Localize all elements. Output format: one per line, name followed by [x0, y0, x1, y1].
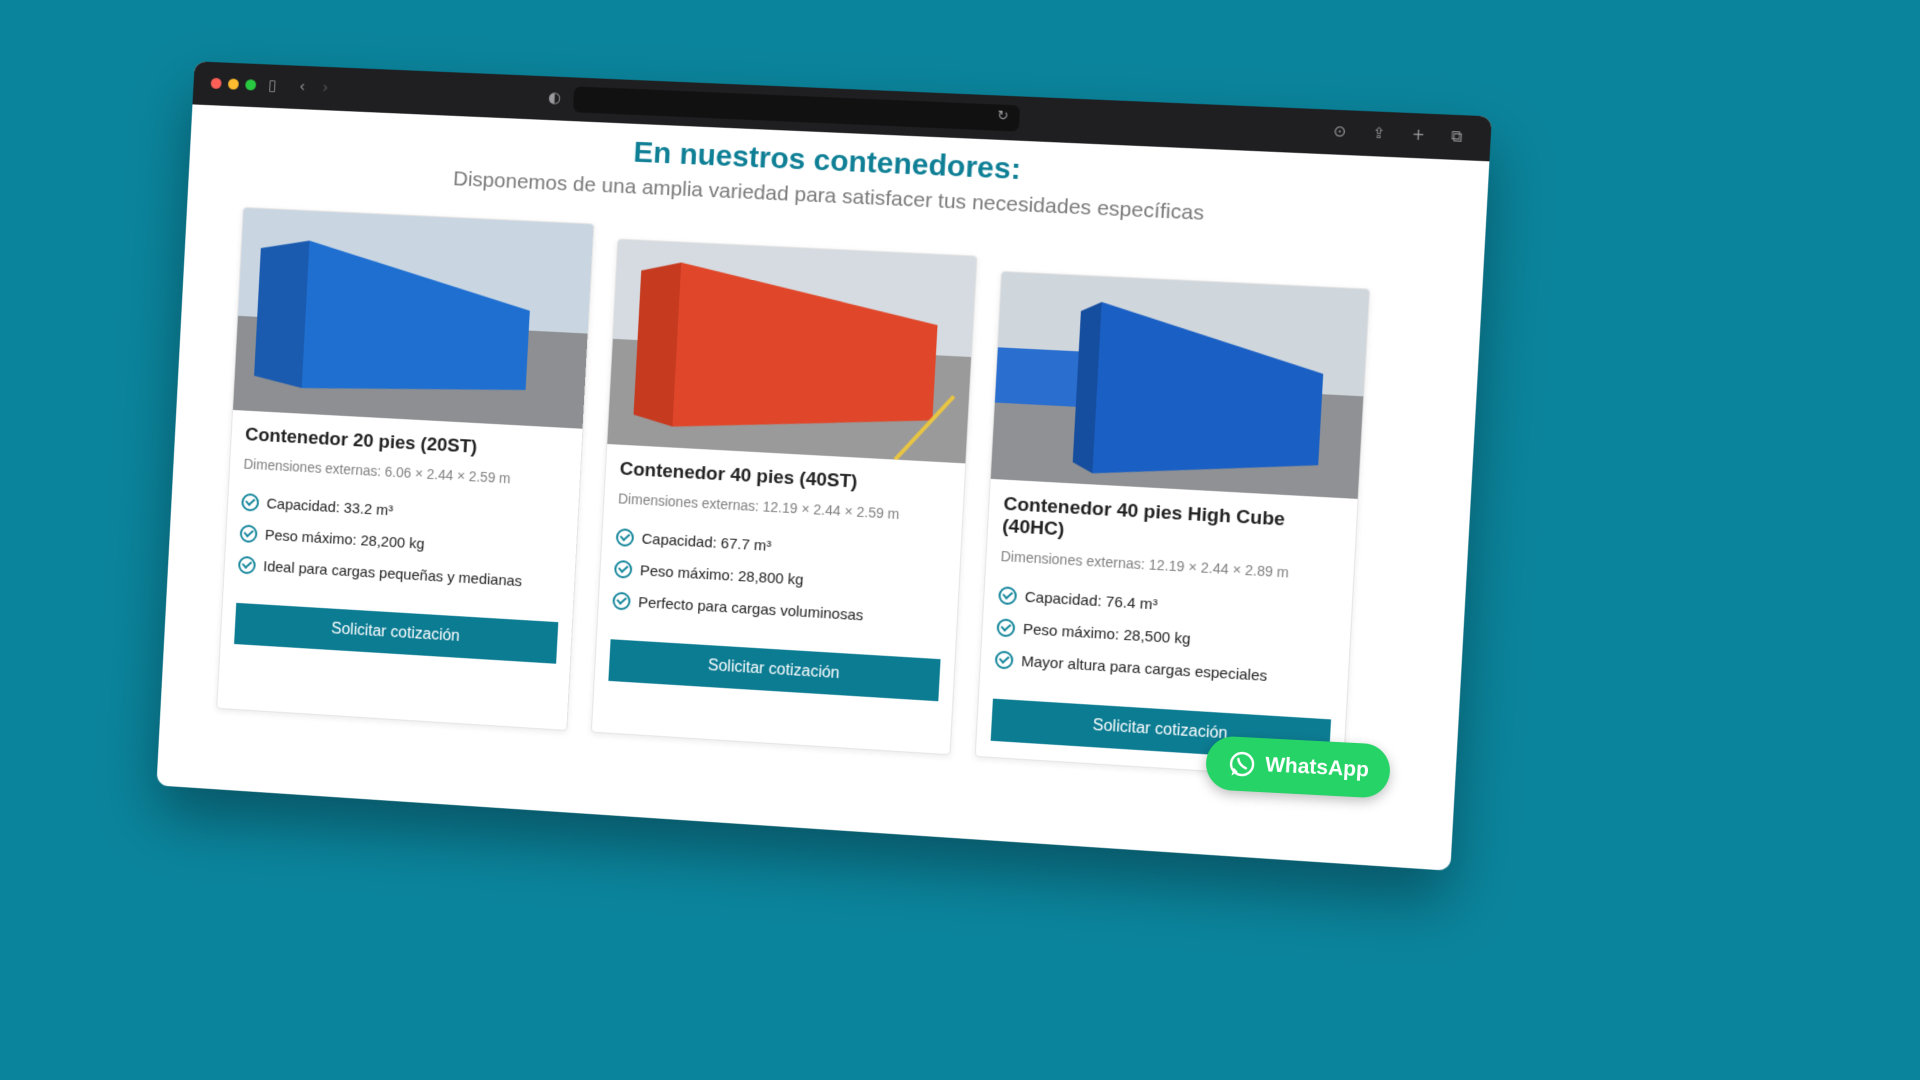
- card-title: Contenedor 40 pies High Cube (40HC): [1001, 493, 1286, 541]
- card-body: Contenedor 40 pies High Cube (40HC) Dime…: [976, 479, 1358, 779]
- container-photo: [607, 239, 977, 464]
- check-circle-icon: [998, 586, 1018, 606]
- feature-text: Peso máximo: 28,200 kg: [264, 526, 425, 553]
- feature-item: Perfecto para cargas voluminosas: [612, 591, 943, 629]
- container-photo-svg: [232, 207, 594, 429]
- feature-item: Peso máximo: 28,200 kg: [239, 524, 562, 560]
- forward-icon[interactable]: ›: [322, 78, 329, 98]
- container-photo: [990, 271, 1370, 499]
- download-icon[interactable]: ⊙: [1333, 121, 1347, 142]
- feature-text: Ideal para cargas pequeñas y medianas: [262, 557, 523, 590]
- feature-text: Capacidad: 76.4 m³: [1024, 588, 1159, 614]
- page-content: En nuestros contenedores: Disponemos de …: [161, 104, 1490, 787]
- container-photo-svg: [607, 239, 977, 464]
- tabs-overview-icon[interactable]: ⧉: [1451, 126, 1463, 147]
- feature-item: Capacidad: 33.2 m³: [241, 493, 564, 529]
- check-circle-icon: [613, 559, 633, 579]
- zoom-window-button[interactable]: [245, 79, 257, 91]
- product-card: Contenedor 40 pies (40ST) Dimensiones ex…: [590, 238, 978, 756]
- back-icon[interactable]: ‹: [299, 77, 306, 97]
- check-circle-icon: [239, 524, 258, 544]
- product-card: Contenedor 20 pies (20ST) Dimensiones ex…: [216, 206, 595, 732]
- request-quote-button[interactable]: Solicitar cotización: [608, 639, 941, 702]
- feature-text: Capacidad: 33.2 m³: [266, 494, 394, 519]
- feature-text: Capacidad: 67.7 m³: [641, 530, 772, 555]
- shield-icon[interactable]: ◐: [548, 87, 562, 107]
- container-photo-svg: [990, 271, 1370, 499]
- feature-text: Peso máximo: 28,500 kg: [1022, 620, 1192, 648]
- feature-item: Capacidad: 76.4 m³: [998, 586, 1337, 624]
- container-photo: [232, 207, 594, 429]
- card-body: Contenedor 20 pies (20ST) Dimensiones ex…: [220, 410, 583, 680]
- request-quote-button[interactable]: Solicitar cotización: [234, 602, 559, 664]
- close-window-button[interactable]: [210, 77, 222, 89]
- check-circle-icon: [237, 555, 257, 575]
- check-circle-icon: [241, 493, 260, 512]
- product-card: Contenedor 40 pies High Cube (40HC) Dime…: [974, 270, 1371, 781]
- feature-item: Ideal para cargas pequeñas y medianas: [237, 555, 561, 593]
- traffic-lights: [210, 77, 257, 91]
- card-body: Contenedor 40 pies (40ST) Dimensiones ex…: [594, 444, 966, 718]
- feature-item: Mayor altura para cargas especiales: [994, 650, 1334, 689]
- check-circle-icon: [612, 591, 631, 611]
- share-icon[interactable]: ⇪: [1372, 123, 1386, 144]
- check-circle-icon: [996, 618, 1016, 638]
- check-circle-icon: [994, 650, 1014, 670]
- container-cards: Contenedor 20 pies (20ST) Dimensiones ex…: [199, 206, 1442, 785]
- reload-icon[interactable]: ↻: [997, 107, 1009, 128]
- stage: ▯ ‹ › ◐ ↻ ⊙ ⇪ + ⧉ En nuestros contenedor…: [0, 0, 1568, 882]
- check-circle-icon: [615, 528, 635, 547]
- whatsapp-icon: [1229, 751, 1255, 777]
- whatsapp-button[interactable]: WhatsApp: [1204, 735, 1392, 799]
- feature-item: Capacidad: 67.7 m³: [615, 528, 947, 565]
- feature-text: Peso máximo: 28,800 kg: [639, 561, 804, 589]
- feature-text: Perfecto para cargas voluminosas: [637, 593, 864, 624]
- feature-item: Peso máximo: 28,800 kg: [613, 559, 945, 597]
- new-tab-icon[interactable]: +: [1411, 124, 1425, 145]
- feature-text: Mayor altura para cargas especiales: [1020, 652, 1268, 685]
- sidebar-icon[interactable]: ▯: [268, 75, 277, 95]
- feature-item: Peso máximo: 28,500 kg: [996, 618, 1335, 656]
- whatsapp-label: WhatsApp: [1264, 753, 1370, 782]
- minimize-window-button[interactable]: [227, 78, 240, 90]
